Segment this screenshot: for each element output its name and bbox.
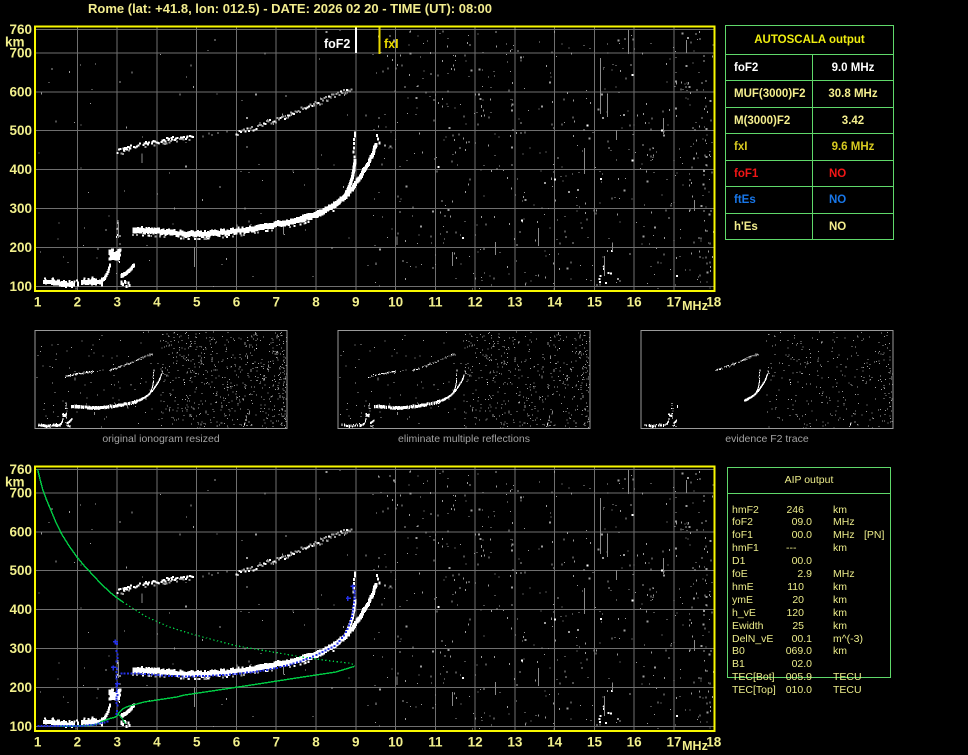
svg-text:100: 100 (9, 719, 32, 734)
svg-text:200: 200 (9, 240, 32, 255)
svg-text:5: 5 (193, 295, 201, 310)
svg-text:km: km (5, 475, 25, 490)
svg-text:500: 500 (9, 563, 32, 578)
svg-text:13: 13 (507, 735, 523, 750)
svg-text:9: 9 (352, 295, 360, 310)
svg-text:300: 300 (9, 641, 32, 656)
svg-text:15: 15 (587, 735, 603, 750)
svg-text:3: 3 (113, 735, 121, 750)
svg-text:4: 4 (153, 735, 161, 750)
svg-text:8: 8 (312, 295, 320, 310)
svg-text:km: km (5, 35, 25, 50)
svg-text:600: 600 (9, 524, 32, 539)
svg-text:17: 17 (666, 735, 681, 750)
svg-text:6: 6 (233, 735, 241, 750)
svg-text:9: 9 (352, 735, 360, 750)
svg-text:18: 18 (706, 735, 722, 750)
svg-text:7: 7 (272, 735, 280, 750)
svg-text:2: 2 (74, 295, 82, 310)
svg-text:14: 14 (547, 735, 563, 750)
svg-text:400: 400 (9, 162, 32, 177)
svg-text:17: 17 (666, 295, 681, 310)
svg-text:12: 12 (468, 295, 483, 310)
svg-text:MHz: MHz (682, 299, 708, 313)
svg-text:14: 14 (547, 295, 563, 310)
svg-text:18: 18 (706, 295, 722, 310)
svg-text:400: 400 (9, 602, 32, 617)
svg-text:MHz: MHz (682, 739, 708, 753)
svg-text:10: 10 (388, 295, 403, 310)
svg-text:600: 600 (9, 84, 32, 99)
svg-text:3: 3 (113, 295, 121, 310)
svg-text:16: 16 (627, 735, 643, 750)
svg-text:16: 16 (627, 295, 643, 310)
svg-text:13: 13 (507, 295, 523, 310)
svg-text:6: 6 (233, 295, 241, 310)
svg-text:500: 500 (9, 123, 32, 138)
svg-text:100: 100 (9, 279, 32, 294)
svg-text:10: 10 (388, 735, 403, 750)
svg-text:2: 2 (74, 735, 82, 750)
svg-text:7: 7 (272, 295, 280, 310)
svg-text:12: 12 (468, 735, 483, 750)
svg-text:11: 11 (428, 735, 443, 750)
svg-text:15: 15 (587, 295, 603, 310)
svg-text:200: 200 (9, 680, 32, 695)
svg-text:1: 1 (34, 735, 42, 750)
svg-text:4: 4 (153, 295, 161, 310)
svg-text:11: 11 (428, 295, 443, 310)
svg-text:1: 1 (34, 295, 42, 310)
svg-text:300: 300 (9, 201, 32, 216)
svg-text:8: 8 (312, 735, 320, 750)
svg-text:5: 5 (193, 735, 201, 750)
